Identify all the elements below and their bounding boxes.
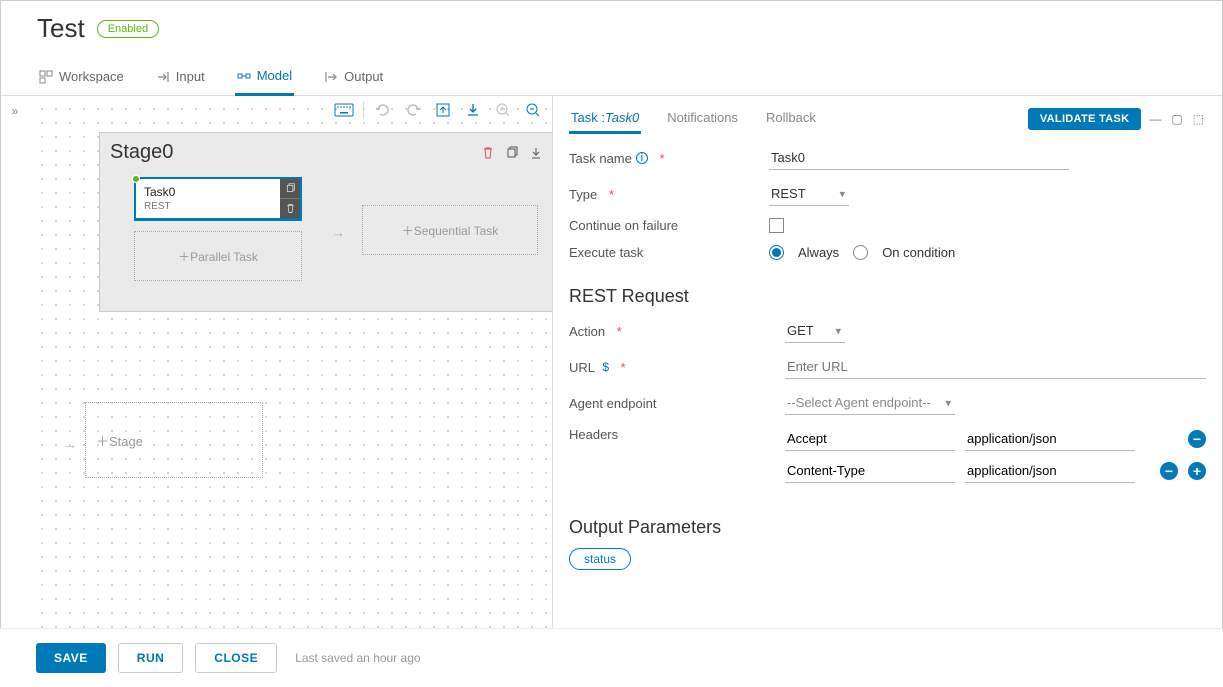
agent-select[interactable]: --Select Agent endpoint-- xyxy=(785,391,955,415)
zoom-out-icon[interactable] xyxy=(522,100,544,120)
arrow-icon: → xyxy=(332,225,345,240)
model-icon xyxy=(237,69,251,83)
radio-on-condition[interactable] xyxy=(853,245,868,260)
delete-stage-icon[interactable] xyxy=(480,145,496,161)
task-card[interactable]: Task0 REST xyxy=(134,177,302,221)
output-icon xyxy=(324,70,338,84)
output-param-chip[interactable]: status xyxy=(569,548,631,570)
keyboard-icon[interactable] xyxy=(333,100,355,120)
status-badge: Enabled xyxy=(97,20,159,38)
header-value-input[interactable] xyxy=(965,427,1135,451)
pipeline-canvas[interactable]: Stage0 Task0 REST xyxy=(29,96,552,641)
tab-output[interactable]: Output xyxy=(322,62,385,95)
add-header-icon[interactable]: + xyxy=(1188,462,1206,480)
maximize-icon[interactable]: ⬚ xyxy=(1191,112,1206,126)
add-sequential-task[interactable]: ＋Sequential Task xyxy=(362,205,538,255)
tab-model[interactable]: Model xyxy=(235,62,294,96)
action-label: Action xyxy=(569,324,605,339)
restore-icon[interactable]: ▢ xyxy=(1169,112,1184,126)
task-name-input[interactable] xyxy=(769,146,1069,170)
execute-label: Execute task xyxy=(569,245,643,260)
details-tab-rollback[interactable]: Rollback xyxy=(764,104,818,134)
info-icon[interactable]: i xyxy=(636,152,648,164)
header-key-input[interactable] xyxy=(785,427,955,451)
input-icon xyxy=(156,70,170,84)
task-card-name: Task0 xyxy=(144,185,272,199)
tab-input[interactable]: Input xyxy=(154,62,207,95)
validate-task-button[interactable]: VALIDATE TASK xyxy=(1028,108,1141,130)
header-key-input[interactable] xyxy=(785,459,955,483)
stage-box[interactable]: Stage0 Task0 REST xyxy=(99,132,552,312)
url-input[interactable] xyxy=(785,355,1206,379)
upload-icon[interactable] xyxy=(432,100,454,120)
expand-sidebar-button[interactable]: » xyxy=(1,96,29,641)
continue-checkbox[interactable] xyxy=(769,218,784,233)
details-pane: Task :Task0 Notifications Rollback VALID… xyxy=(553,96,1222,641)
arrow-icon: → xyxy=(63,436,77,452)
radio-always[interactable] xyxy=(769,245,784,260)
tab-workspace[interactable]: Workspace xyxy=(37,62,126,95)
add-stage[interactable]: ＋Stage xyxy=(85,402,263,478)
stage-title: Stage0 xyxy=(110,141,173,164)
nav-tabs: Workspace Input Model Output xyxy=(1,52,1222,96)
continue-label: Continue on failure xyxy=(569,218,678,233)
task-card-type: REST xyxy=(144,201,272,212)
close-button[interactable]: CLOSE xyxy=(195,643,277,673)
action-select[interactable]: GET xyxy=(785,319,845,343)
tab-label: Model xyxy=(257,68,292,83)
more-stage-icon[interactable] xyxy=(528,145,544,161)
delete-task-icon[interactable] xyxy=(280,199,300,218)
type-select[interactable]: REST xyxy=(769,182,849,206)
radio-on-condition-label: On condition xyxy=(882,245,955,260)
task-name-label: Task name xyxy=(569,151,632,166)
page-title: Test xyxy=(37,13,85,44)
output-section-header: Output Parameters xyxy=(569,517,1206,538)
save-button[interactable]: SAVE xyxy=(36,643,106,673)
rest-section-header: REST Request xyxy=(569,286,1206,307)
dollar-icon[interactable]: $ xyxy=(599,360,609,374)
tab-label: Input xyxy=(176,69,205,84)
add-parallel-task[interactable]: ＋Parallel Task xyxy=(134,231,302,281)
undo-icon[interactable] xyxy=(372,100,394,120)
redo-icon[interactable] xyxy=(402,100,424,120)
agent-label: Agent endpoint xyxy=(569,396,656,411)
tab-label: Workspace xyxy=(59,69,124,84)
details-tab-notifications[interactable]: Notifications xyxy=(665,104,740,134)
tab-label: Output xyxy=(344,69,383,84)
run-button[interactable]: RUN xyxy=(118,643,184,673)
remove-header-icon[interactable]: − xyxy=(1188,430,1206,448)
zoom-in-icon[interactable] xyxy=(492,100,514,120)
minimize-icon[interactable]: — xyxy=(1147,112,1163,126)
remove-header-icon[interactable]: − xyxy=(1160,462,1178,480)
url-label: URL xyxy=(569,360,595,375)
last-saved-text: Last saved an hour ago xyxy=(295,651,420,665)
download-icon[interactable] xyxy=(462,100,484,120)
header-value-input[interactable] xyxy=(965,459,1135,483)
headers-label: Headers xyxy=(569,427,618,442)
copy-task-icon[interactable] xyxy=(280,179,300,199)
type-label: Type xyxy=(569,187,597,202)
copy-stage-icon[interactable] xyxy=(504,145,520,161)
radio-always-label: Always xyxy=(798,245,839,260)
details-tab-task[interactable]: Task :Task0 xyxy=(569,104,641,134)
status-dot-icon xyxy=(132,175,140,183)
workspace-icon xyxy=(39,70,53,84)
